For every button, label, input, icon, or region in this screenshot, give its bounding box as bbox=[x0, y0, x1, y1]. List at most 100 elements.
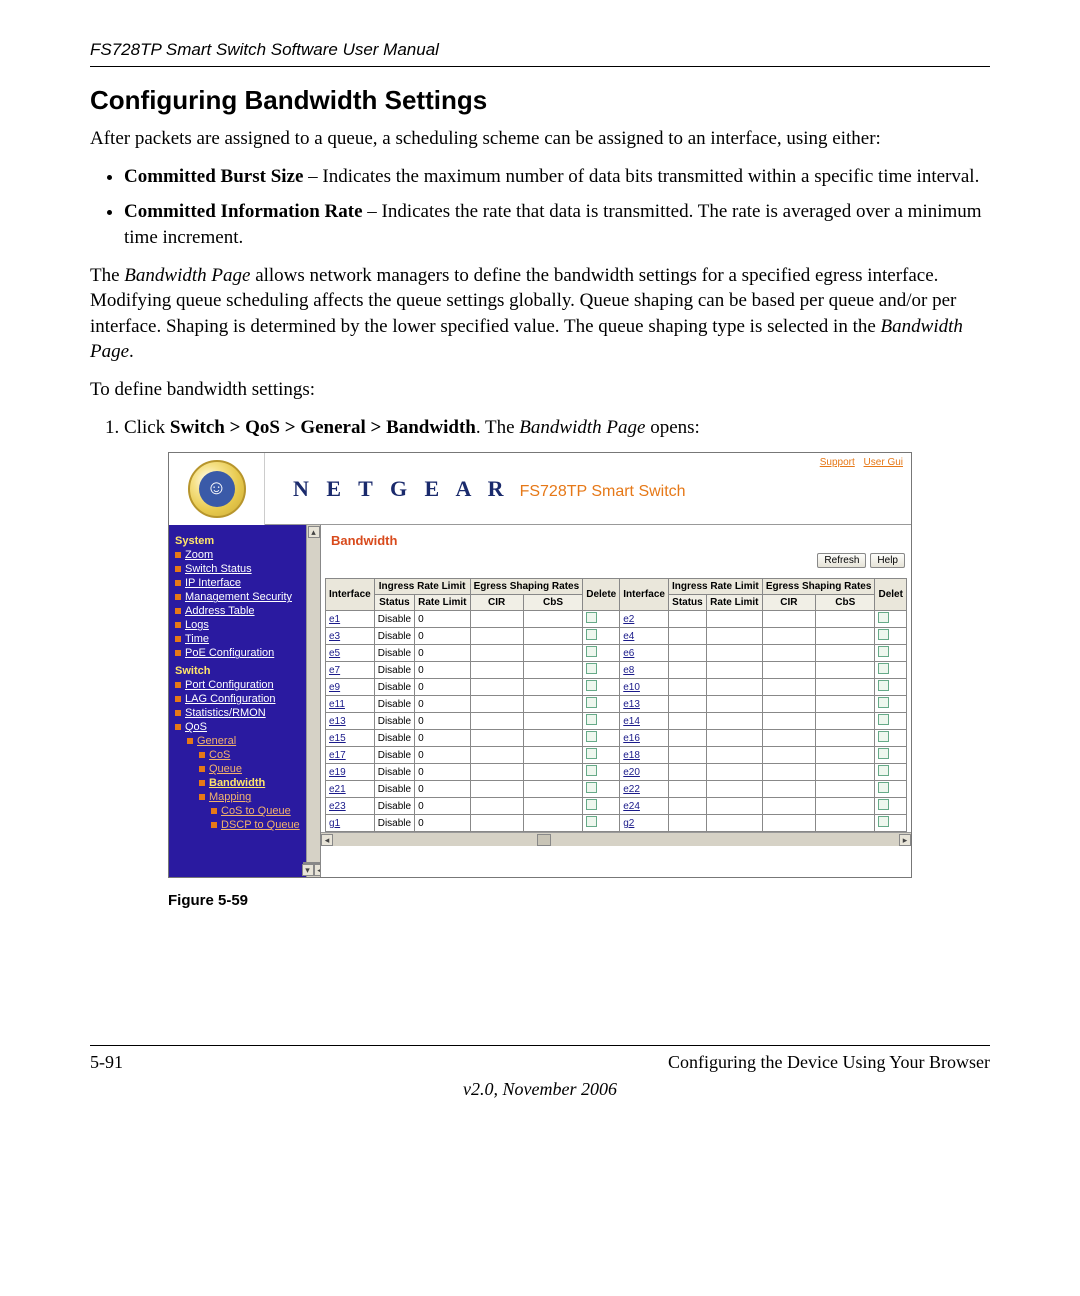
sidebar-item-statistics-rmon[interactable]: Statistics/RMON bbox=[175, 707, 303, 719]
sidebar-item-logs[interactable]: Logs bbox=[175, 619, 303, 631]
scroll-down-icon[interactable]: ▾ bbox=[302, 864, 314, 876]
interface-link[interactable]: e9 bbox=[329, 682, 340, 693]
sidebar-item-poe-config[interactable]: PoE Configuration bbox=[175, 647, 303, 659]
delete-checkbox[interactable] bbox=[878, 629, 889, 640]
delete-checkbox[interactable] bbox=[878, 680, 889, 691]
interface-link[interactable]: e2 bbox=[623, 614, 634, 625]
th-cir-r: CIR bbox=[762, 595, 815, 611]
delete-checkbox[interactable] bbox=[878, 646, 889, 657]
delete-checkbox[interactable] bbox=[878, 663, 889, 674]
table-row: e3Disable0e4 bbox=[326, 628, 907, 645]
delete-checkbox[interactable] bbox=[586, 714, 597, 725]
scroll-left-icon[interactable]: ◂ bbox=[314, 864, 322, 876]
sidebar-item-cos-to-queue[interactable]: CoS to Queue bbox=[211, 805, 303, 817]
interface-link[interactable]: g1 bbox=[329, 818, 340, 829]
delete-checkbox[interactable] bbox=[586, 731, 597, 742]
sidebar-item-qos[interactable]: QoS bbox=[175, 721, 303, 733]
status-cell: Disable bbox=[374, 696, 414, 713]
delete-checkbox[interactable] bbox=[586, 782, 597, 793]
bandwidth-page-paragraph: The Bandwidth Page allows network manage… bbox=[90, 263, 990, 366]
sidebar-scrollbar[interactable]: ▴ ▾ ◂ bbox=[306, 525, 320, 877]
sidebar-item-bandwidth[interactable]: Bandwidth bbox=[199, 777, 303, 789]
sidebar-item-address-table[interactable]: Address Table bbox=[175, 605, 303, 617]
interface-link[interactable]: g2 bbox=[623, 818, 634, 829]
delete-cell bbox=[875, 798, 907, 815]
th-status-l: Status bbox=[374, 595, 414, 611]
delete-checkbox[interactable] bbox=[878, 714, 889, 725]
support-link[interactable]: Support bbox=[820, 457, 855, 468]
text: Click bbox=[124, 417, 170, 438]
interface-link[interactable]: e6 bbox=[623, 648, 634, 659]
delete-checkbox[interactable] bbox=[586, 612, 597, 623]
interface-link[interactable]: e22 bbox=[623, 784, 640, 795]
sidebar-item-lag-config[interactable]: LAG Configuration bbox=[175, 693, 303, 705]
refresh-button[interactable]: Refresh bbox=[817, 553, 866, 568]
delete-checkbox[interactable] bbox=[878, 612, 889, 623]
hscroll-right-icon[interactable]: ▸ bbox=[899, 834, 911, 846]
sidebar-item-time[interactable]: Time bbox=[175, 633, 303, 645]
hscroll-left-icon[interactable]: ◂ bbox=[321, 834, 333, 846]
delete-checkbox[interactable] bbox=[586, 748, 597, 759]
interface-link[interactable]: e4 bbox=[623, 631, 634, 642]
cbs-cell bbox=[816, 628, 875, 645]
sidebar-item-mapping[interactable]: Mapping bbox=[199, 791, 303, 803]
cbs-cell bbox=[816, 747, 875, 764]
interface-link[interactable]: e20 bbox=[623, 767, 640, 778]
interface-link[interactable]: e8 bbox=[623, 665, 634, 676]
delete-cell bbox=[875, 696, 907, 713]
sidebar-item-port-config[interactable]: Port Configuration bbox=[175, 679, 303, 691]
bullet-icon bbox=[175, 682, 181, 688]
delete-checkbox[interactable] bbox=[586, 765, 597, 776]
delete-checkbox[interactable] bbox=[878, 697, 889, 708]
delete-checkbox[interactable] bbox=[878, 731, 889, 742]
delete-checkbox[interactable] bbox=[878, 748, 889, 759]
sidebar-item-cos[interactable]: CoS bbox=[199, 749, 303, 761]
delete-checkbox[interactable] bbox=[878, 799, 889, 810]
delete-checkbox[interactable] bbox=[586, 680, 597, 691]
if-link-cell: g2 bbox=[620, 815, 669, 832]
interface-link[interactable]: e10 bbox=[623, 682, 640, 693]
horizontal-scrollbar[interactable]: ◂ ▸ bbox=[321, 832, 911, 846]
sidebar-label: Port Configuration bbox=[185, 679, 274, 691]
delete-checkbox[interactable] bbox=[878, 782, 889, 793]
interface-link[interactable]: e17 bbox=[329, 750, 346, 761]
interface-link[interactable]: e3 bbox=[329, 631, 340, 642]
delete-checkbox[interactable] bbox=[586, 799, 597, 810]
help-button[interactable]: Help bbox=[870, 553, 905, 568]
interface-link[interactable]: e24 bbox=[623, 801, 640, 812]
delete-checkbox[interactable] bbox=[878, 816, 889, 827]
sidebar-item-dscp-to-queue[interactable]: DSCP to Queue bbox=[211, 819, 303, 831]
interface-link[interactable]: e13 bbox=[623, 699, 640, 710]
sidebar-item-general[interactable]: General bbox=[187, 735, 303, 747]
interface-link[interactable]: e14 bbox=[623, 716, 640, 727]
interface-link[interactable]: e13 bbox=[329, 716, 346, 727]
sidebar-item-switch-status[interactable]: Switch Status bbox=[175, 563, 303, 575]
interface-link[interactable]: e11 bbox=[329, 699, 345, 710]
hscroll-thumb[interactable] bbox=[537, 834, 551, 846]
if-link-cell: e10 bbox=[620, 679, 669, 696]
app-header: ☺ N E T G E A R FS728TP Smart Switch Sup… bbox=[169, 453, 911, 525]
interface-link[interactable]: e15 bbox=[329, 733, 346, 744]
interface-link[interactable]: e18 bbox=[623, 750, 640, 761]
delete-checkbox[interactable] bbox=[586, 663, 597, 674]
scroll-up-icon[interactable]: ▴ bbox=[308, 526, 320, 538]
user-guide-link[interactable]: User Gui bbox=[864, 457, 903, 468]
hscroll-track[interactable] bbox=[333, 834, 899, 846]
interface-link[interactable]: e23 bbox=[329, 801, 346, 812]
interface-link[interactable]: e5 bbox=[329, 648, 340, 659]
sidebar-item-mgmt-security[interactable]: Management Security bbox=[175, 591, 303, 603]
sidebar-item-zoom[interactable]: Zoom bbox=[175, 549, 303, 561]
delete-checkbox[interactable] bbox=[586, 629, 597, 640]
sidebar-item-queue[interactable]: Queue bbox=[199, 763, 303, 775]
delete-checkbox[interactable] bbox=[586, 646, 597, 657]
interface-link[interactable]: e21 bbox=[329, 784, 346, 795]
delete-checkbox[interactable] bbox=[878, 765, 889, 776]
delete-checkbox[interactable] bbox=[586, 816, 597, 827]
interface-link[interactable]: e7 bbox=[329, 665, 340, 676]
delete-cell bbox=[583, 764, 620, 781]
interface-link[interactable]: e16 bbox=[623, 733, 640, 744]
interface-link[interactable]: e1 bbox=[329, 614, 340, 625]
delete-checkbox[interactable] bbox=[586, 697, 597, 708]
interface-link[interactable]: e19 bbox=[329, 767, 346, 778]
sidebar-item-ip-interface[interactable]: IP Interface bbox=[175, 577, 303, 589]
